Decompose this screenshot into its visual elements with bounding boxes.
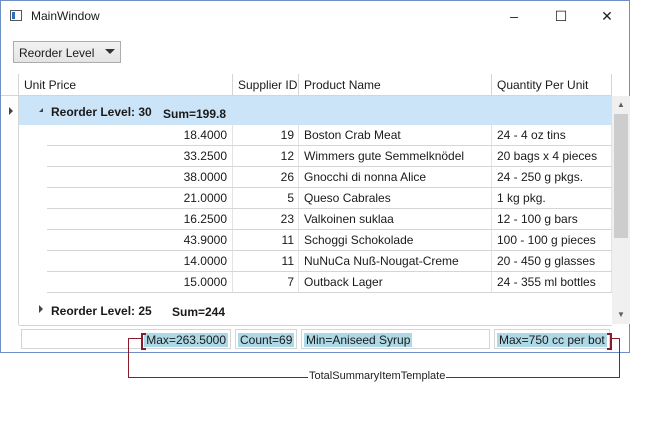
cell-qty[interactable]: 100 - 100 g pieces <box>492 230 612 250</box>
table-row[interactable]: 14.0000 11 NuNuCa Nuß-Nougat-Creme 20 - 450… <box>47 251 612 272</box>
annotation-label: TotalSummaryItemTemplate <box>308 370 447 382</box>
cell-supplier[interactable]: 7 <box>233 272 299 292</box>
table-row[interactable]: 38.0000 26 Gnocchi di nonna Alice 24 - 250 … <box>47 167 612 188</box>
total-summary-product-name: Min=Aniseed Syrup <box>301 329 490 349</box>
group-indent <box>19 125 47 293</box>
bracket-right-bottom <box>607 348 612 350</box>
vertical-scrollbar[interactable]: ▲ ▼ <box>612 96 630 324</box>
connector-right-vertical <box>619 338 620 377</box>
total-summary-unit-price: Max=263.5000 <box>21 329 231 349</box>
table-row[interactable]: 43.9000 11 Schoggi Schokolade 100 - 100 g p… <box>47 230 612 251</box>
row-header-corner <box>1 74 19 96</box>
cell-name[interactable]: Wimmers gute Semmelknödel <box>299 146 492 166</box>
row-indicator-column <box>1 96 19 325</box>
column-header-quantity-per-unit[interactable]: Quantity Per Unit <box>492 74 612 96</box>
table-row[interactable]: 18.4000 19 Boston Crab Meat 24 - 4 oz tins <box>47 125 612 146</box>
column-header-supplier-id[interactable]: Supplier ID <box>233 74 299 96</box>
column-header-label: Unit Price <box>24 78 77 92</box>
cell-name[interactable]: NuNuCa Nuß-Nougat-Creme <box>299 251 492 271</box>
expand-group-icon[interactable] <box>39 305 43 313</box>
cell-price[interactable]: 43.9000 <box>47 230 233 250</box>
group-row-reorder-30[interactable]: Reorder Level: 30 Sum=199.8 <box>19 96 612 125</box>
cell-name[interactable]: Outback Lager <box>299 272 492 292</box>
main-window: MainWindow – ☐ ✕ Reorder Level Unit Pric… <box>0 0 630 353</box>
connector-left-vertical <box>128 338 129 377</box>
cell-price[interactable]: 33.2500 <box>47 146 233 166</box>
total-summary-supplier-id: Count=69 <box>235 329 297 349</box>
table-row[interactable]: 15.0000 7 Outback Lager 24 - 355 ml bottles <box>47 272 612 293</box>
table-row[interactable]: 21.0000 5 Queso Cabrales 1 kg pkg. <box>47 188 612 209</box>
column-header-product-name[interactable]: Product Name <box>299 74 492 96</box>
chevron-down-icon <box>105 49 115 54</box>
cell-qty[interactable]: 20 bags x 4 pieces <box>492 146 612 166</box>
group-label: Reorder Level: 30 <box>51 105 152 119</box>
total-summary-value: Count=69 <box>238 333 295 347</box>
total-summary-value: Min=Aniseed Syrup <box>304 333 413 347</box>
group-label: Reorder Level: 25 <box>51 304 152 318</box>
group-by-combobox[interactable]: Reorder Level <box>13 41 121 63</box>
cell-qty[interactable]: 24 - 4 oz tins <box>492 125 612 145</box>
maximize-button[interactable]: ☐ <box>538 1 584 31</box>
window-title: MainWindow <box>31 9 100 23</box>
scrollbar-thumb[interactable] <box>614 114 628 238</box>
cell-supplier[interactable]: 26 <box>233 167 299 187</box>
cell-qty[interactable]: 24 - 355 ml bottles <box>492 272 612 292</box>
cell-price[interactable]: 38.0000 <box>47 167 233 187</box>
cell-supplier[interactable]: 11 <box>233 230 299 250</box>
cell-qty[interactable]: 20 - 450 g glasses <box>492 251 612 271</box>
total-summary-value: Max=263.5000 <box>144 333 228 347</box>
total-summary-quantity: Max=750 cc per bot <box>494 329 610 349</box>
cell-supplier[interactable]: 23 <box>233 209 299 229</box>
data-grid: Unit Price Supplier ID Product Name Quan… <box>1 74 630 353</box>
close-button[interactable]: ✕ <box>584 1 630 31</box>
scroll-up-icon[interactable]: ▲ <box>617 100 625 109</box>
title-bar: MainWindow – ☐ ✕ <box>1 1 629 31</box>
group-row-reorder-25[interactable]: Reorder Level: 25 Sum=244 <box>19 294 612 324</box>
group-summary: Sum=199.8 <box>163 107 227 121</box>
cell-price[interactable]: 21.0000 <box>47 188 233 208</box>
column-header-unit-price[interactable]: Unit Price <box>19 74 233 96</box>
window-icon <box>10 10 22 21</box>
cell-name[interactable]: Boston Crab Meat <box>299 125 492 145</box>
total-summary-value: Max=750 cc per bot <box>497 333 607 347</box>
cell-supplier[interactable]: 5 <box>233 188 299 208</box>
cell-name[interactable]: Gnocchi di nonna Alice <box>299 167 492 187</box>
total-summary-panel: Max=263.5000 Count=69 Min=Aniseed Syrup … <box>19 325 612 352</box>
cell-price[interactable]: 16.2500 <box>47 209 233 229</box>
column-header-label: Supplier ID <box>238 78 298 92</box>
cell-qty[interactable]: 1 kg pkg. <box>492 188 612 208</box>
current-row-indicator-icon <box>9 107 13 115</box>
connector-left-stub <box>128 338 141 339</box>
collapse-group-icon[interactable] <box>39 108 43 112</box>
column-header-label: Product Name <box>304 78 381 92</box>
scroll-down-icon[interactable]: ▼ <box>617 310 625 319</box>
cell-supplier[interactable]: 11 <box>233 251 299 271</box>
combobox-value: Reorder Level <box>19 46 95 60</box>
cell-name[interactable]: Queso Cabrales <box>299 188 492 208</box>
cell-qty[interactable]: 12 - 100 g bars <box>492 209 612 229</box>
column-header-label: Quantity Per Unit <box>497 78 589 92</box>
table-row[interactable]: 33.2500 12 Wimmers gute Semmelknödel 20 bag… <box>47 146 612 167</box>
cell-price[interactable]: 15.0000 <box>47 272 233 292</box>
cell-supplier[interactable]: 19 <box>233 125 299 145</box>
cell-qty[interactable]: 24 - 250 g pkgs. <box>492 167 612 187</box>
cell-price[interactable]: 14.0000 <box>47 251 233 271</box>
table-row[interactable]: 16.2500 23 Valkoinen suklaa 12 - 100 g bars <box>47 209 612 230</box>
bracket-left-bottom <box>141 348 146 350</box>
cell-name[interactable]: Schoggi Schokolade <box>299 230 492 250</box>
group-summary: Sum=244 <box>172 305 226 319</box>
cell-name[interactable]: Valkoinen suklaa <box>299 209 492 229</box>
bracket-left-top <box>141 333 146 335</box>
minimize-button[interactable]: – <box>491 1 537 31</box>
cell-price[interactable]: 18.4000 <box>47 125 233 145</box>
cell-supplier[interactable]: 12 <box>233 146 299 166</box>
